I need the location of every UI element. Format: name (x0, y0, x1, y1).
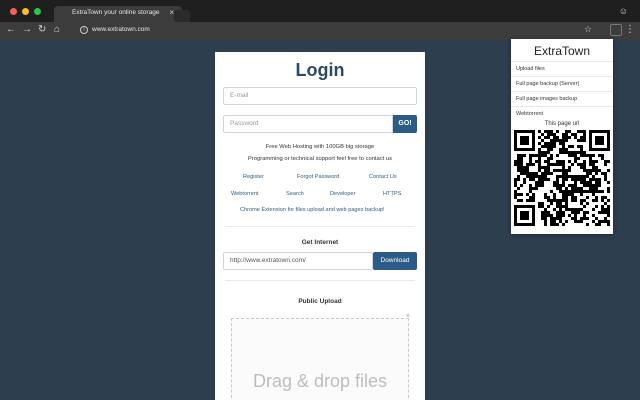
page-title: Login (295, 60, 345, 80)
new-tab-button[interactable] (174, 10, 190, 22)
window-maximize-button[interactable] (34, 8, 41, 15)
browser-titlebar: ExtraTown your online storage × ☺ (0, 0, 640, 22)
browser-toolbar: ← → ↻ ⌂ i www.extratown.com ☆ ⋮ (0, 22, 640, 40)
home-icon[interactable]: ⌂ (54, 24, 60, 35)
extension-icon[interactable] (610, 24, 622, 36)
file-dropzone[interactable]: × Drag & drop files (231, 313, 410, 400)
menu-dots-icon[interactable]: ⋮ (625, 24, 635, 35)
info-line-storage: Free Web Hosting with 100GB big storage (265, 144, 375, 150)
info-line-support: Programming or technical support feel fr… (247, 156, 393, 162)
qr-caption: This page url (544, 121, 580, 127)
close-icon[interactable]: × (406, 313, 410, 320)
info-icon[interactable]: i (80, 26, 88, 34)
divider (225, 226, 415, 227)
popup-item-images-backup[interactable]: Full page images backup (511, 91, 613, 106)
back-arrow-icon[interactable]: ← (6, 24, 16, 35)
chrome-extension-link[interactable]: Chrome Extension for files upload and we… (240, 207, 385, 213)
star-icon[interactable]: ☆ (584, 24, 592, 35)
email-placeholder: E-mail (230, 92, 249, 99)
window-minimize-button[interactable] (22, 8, 29, 15)
account-icon[interactable]: ☺ (619, 6, 628, 16)
qr-code (514, 130, 610, 226)
address-text: www.extratown.com (92, 26, 150, 33)
developer-link[interactable]: Developer (330, 191, 356, 197)
download-button[interactable]: Download (373, 252, 417, 270)
window-close-button[interactable] (10, 8, 17, 15)
popup-item-upload-files[interactable]: Upload files (511, 61, 613, 76)
popup-item-webtorrent[interactable]: Webtorrent (511, 106, 613, 121)
divider (225, 280, 415, 281)
dropzone-text: Drag & drop files (252, 371, 388, 391)
popup-item-full-page-backup[interactable]: Full page backup (Server) (511, 76, 613, 91)
password-placeholder: Password (230, 120, 259, 127)
get-internet-label: Get Internet (301, 239, 339, 246)
email-field[interactable]: E-mail (223, 87, 417, 105)
forgot-password-link[interactable]: Forgot Password (297, 174, 339, 180)
extension-popup: ExtraTown Upload files Full page backup … (511, 39, 613, 234)
forward-arrow-icon[interactable]: → (22, 24, 32, 35)
search-link[interactable]: Search (286, 191, 304, 197)
url-placeholder: http://www.extratown.com/ (230, 257, 306, 264)
login-card: Login E-mail Password GO! Free Web Hosti… (215, 52, 425, 400)
https-link[interactable]: HTTPS (383, 191, 401, 197)
tab-title: ExtraTown your online storage (72, 9, 160, 16)
reload-icon[interactable]: ↻ (38, 24, 46, 35)
popup-title: ExtraTown (533, 44, 591, 58)
browser-tab[interactable]: ExtraTown your online storage × (54, 6, 182, 22)
webtorrent-link[interactable]: Webtorrent (231, 191, 259, 197)
address-bar[interactable]: i www.extratown.com (72, 25, 592, 37)
register-link[interactable]: Register (243, 174, 264, 180)
url-input[interactable]: http://www.extratown.com/ (223, 252, 373, 270)
password-field[interactable]: Password (223, 115, 393, 133)
public-upload-label: Public Upload (298, 298, 342, 305)
go-button[interactable]: GO! (393, 115, 417, 133)
contact-us-link[interactable]: Contact Us (369, 174, 397, 180)
